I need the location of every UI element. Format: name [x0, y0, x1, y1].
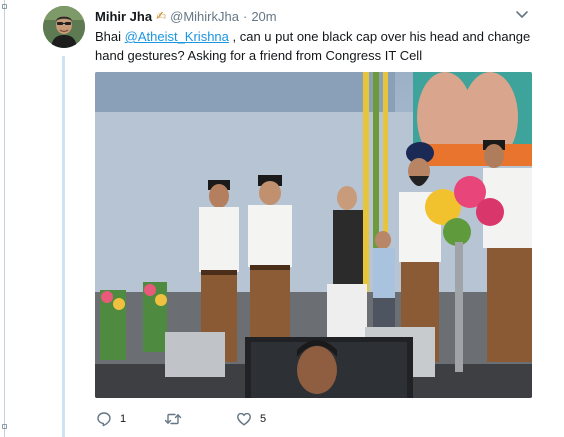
retweet-icon — [164, 411, 182, 427]
chevron-down-icon[interactable] — [515, 8, 529, 20]
mention-link[interactable]: @Atheist_Krishna — [125, 29, 229, 44]
reply-button[interactable]: 1 — [96, 411, 164, 427]
corner-marker — [2, 4, 7, 9]
tweet-photo[interactable] — [95, 72, 532, 398]
avatar[interactable] — [43, 6, 85, 48]
like-button[interactable]: 5 — [236, 411, 266, 427]
display-name[interactable]: Mihir Jha — [95, 9, 152, 24]
retweet-button[interactable] — [164, 411, 236, 427]
tweet-card: Mihir Jha ✍ @MihirkJha · 20m Bhai @Athei… — [0, 0, 564, 437]
writing-hand-emoji: ✍ — [156, 9, 167, 23]
like-count: 5 — [260, 413, 267, 425]
tweet-text-start: Bhai — [95, 29, 125, 44]
thread-connector-line — [62, 56, 65, 437]
tweet-header: Mihir Jha ✍ @MihirkJha · 20m — [95, 7, 277, 25]
reply-count: 1 — [120, 413, 127, 425]
tweet-text: Bhai @Atheist_Krishna , can u put one bl… — [95, 27, 535, 65]
user-handle[interactable]: @MihirkJha — [170, 9, 239, 24]
heart-icon — [236, 411, 252, 427]
separator-dot: · — [242, 8, 248, 24]
timestamp[interactable]: 20m — [251, 9, 276, 24]
reply-icon — [96, 411, 112, 427]
corner-marker — [2, 424, 7, 429]
window-border — [4, 0, 5, 437]
tweet-actions: 1 5 — [96, 410, 266, 428]
